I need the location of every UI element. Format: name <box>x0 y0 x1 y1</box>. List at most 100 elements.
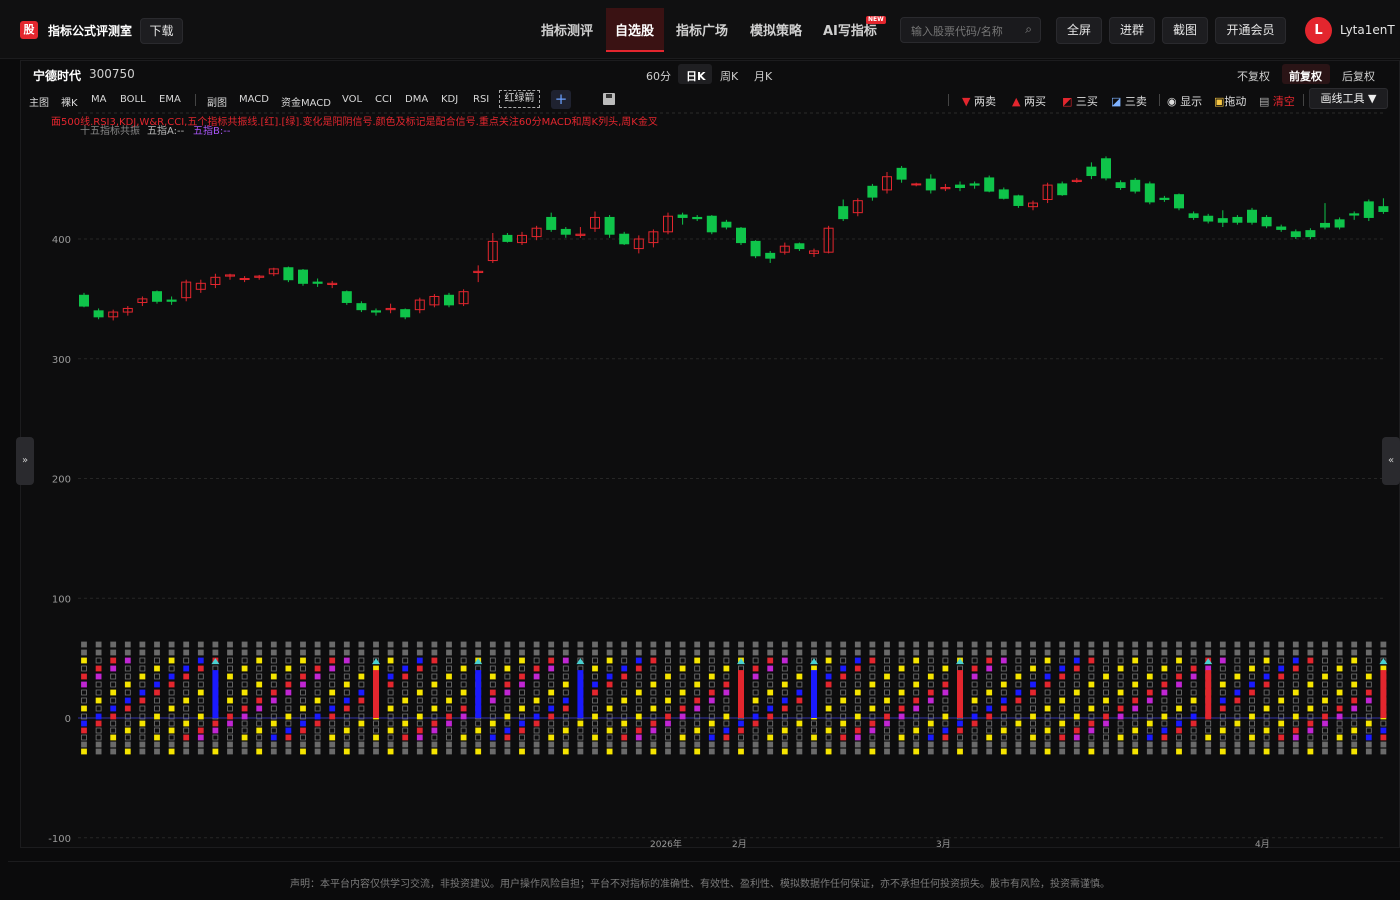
indicator-dot <box>825 734 832 741</box>
indicator-dot <box>533 748 540 755</box>
indicator-macd[interactable]: MACD <box>239 94 269 105</box>
search-icon[interactable]: ⌕ <box>1025 22 1032 37</box>
download-button[interactable]: 下载 <box>140 18 183 44</box>
indicator-cci[interactable]: CCI <box>375 94 392 105</box>
indicator-dot <box>650 689 657 696</box>
nav-item-sim-strategy[interactable]: 模拟策略 <box>750 20 802 39</box>
expand-right-panel-button[interactable]: « <box>1382 437 1400 485</box>
three-sell-tool[interactable]: ◪ 三卖 <box>1111 93 1147 109</box>
indicator-dot <box>460 705 467 712</box>
indicator-kdj[interactable]: KDJ <box>441 94 458 105</box>
indicator-dot <box>548 713 555 720</box>
three-buy-tool[interactable]: ◩ 三买 <box>1062 93 1098 109</box>
period-60min[interactable]: 60分 <box>646 68 671 84</box>
indicator-dot <box>1292 713 1299 720</box>
indicator-ma[interactable]: MA <box>91 94 106 105</box>
adjust-backward[interactable]: 后复权 <box>1342 68 1375 84</box>
two-buy-tool[interactable]: ▲ 两买 <box>1012 93 1046 109</box>
indicator-fund-macd[interactable]: 资金MACD <box>281 94 331 109</box>
nav-item-indicator-plaza[interactable]: 指标广场 <box>676 20 728 39</box>
join-group-button[interactable]: 进群 <box>1109 17 1155 44</box>
clear-button[interactable]: ▤ 清空 <box>1259 93 1295 109</box>
indicator-naked-k[interactable]: 裸K <box>61 94 78 109</box>
indicator-dot <box>358 705 365 712</box>
indicator-dot <box>1234 657 1241 664</box>
candle-body <box>1232 216 1243 223</box>
drag-toggle[interactable]: ▣拖动 <box>1214 93 1246 109</box>
candlestick-chart[interactable]: 400 300 200 100 0 -100 2026年 2月 3月 4月 <box>20 110 1390 850</box>
indicator-boll[interactable]: BOLL <box>120 94 146 105</box>
indicator-dot <box>665 741 671 748</box>
indicator-dot <box>504 727 511 734</box>
x-tick-label: 3月 <box>936 839 951 850</box>
indicator-dot <box>1307 657 1314 664</box>
period-daily[interactable]: 日K <box>686 68 706 84</box>
indicator-dot <box>1278 748 1285 755</box>
indicator-dot <box>1132 734 1139 741</box>
indicator-dot <box>241 673 248 680</box>
indicator-dot <box>679 665 686 672</box>
two-sell-tool[interactable]: ▼ 两卖 <box>962 93 996 109</box>
period-weekly[interactable]: 周K <box>720 68 738 84</box>
indicator-dot <box>738 741 744 748</box>
screenshot-button[interactable]: 截图 <box>1162 17 1208 44</box>
draw-tools-dropdown[interactable]: 画线工具 ▼ <box>1309 88 1388 109</box>
indicator-dot <box>1365 665 1372 672</box>
show-toggle[interactable]: ◉ 显示 <box>1167 93 1202 109</box>
indicator-dot <box>1365 734 1372 741</box>
save-icon[interactable] <box>603 93 615 105</box>
indicator-dot <box>1249 727 1255 734</box>
indicator-dot <box>767 705 774 712</box>
indicator-dot <box>665 641 671 648</box>
indicator-dot <box>343 705 350 712</box>
indicator-rsi[interactable]: RSI <box>473 94 489 105</box>
indicator-dot <box>1117 713 1124 720</box>
indicator-dot <box>504 720 511 727</box>
indicator-dot <box>168 657 175 664</box>
avatar[interactable]: L <box>1305 17 1332 44</box>
indicator-dot <box>1132 748 1139 755</box>
indicator-dot <box>139 734 146 741</box>
add-indicator-button[interactable]: + <box>551 90 571 109</box>
indicator-dot <box>1351 727 1358 734</box>
indicator-red-green-arrow[interactable]: 红绿箭 <box>499 90 540 108</box>
indicator-vol[interactable]: VOL <box>342 94 362 105</box>
indicator-dot <box>767 649 774 656</box>
indicator-dot <box>562 641 569 648</box>
indicator-dot <box>1103 734 1109 741</box>
fullscreen-button[interactable]: 全屏 <box>1056 17 1102 44</box>
indicator-dot <box>592 657 598 664</box>
indicator-dot <box>1000 681 1007 688</box>
indicator-dot <box>402 641 409 648</box>
adjust-forward[interactable]: 前复权 <box>1289 68 1322 84</box>
period-monthly[interactable]: 月K <box>754 68 772 84</box>
indicator-dot <box>1351 697 1358 704</box>
indicator-dot <box>1307 681 1314 688</box>
indicator-dot <box>1219 705 1226 712</box>
expand-left-panel-button[interactable]: » <box>16 437 34 485</box>
indicator-ema[interactable]: EMA <box>159 94 181 105</box>
nav-item-watchlist[interactable]: 自选股 <box>615 20 654 39</box>
indicator-dot <box>519 705 525 712</box>
indicator-dot <box>358 720 365 727</box>
indicator-dot <box>1322 665 1328 672</box>
indicator-dot <box>1103 641 1109 648</box>
indicator-dot <box>241 689 248 696</box>
indicator-dot <box>519 689 525 696</box>
indicator-dot <box>81 720 87 727</box>
indicator-dot <box>811 734 817 741</box>
username[interactable]: Lyta1enT <box>1340 23 1395 37</box>
adjust-none[interactable]: 不复权 <box>1237 68 1270 84</box>
indicator-dot <box>1132 727 1139 734</box>
indicator-dot <box>270 720 277 727</box>
indicator-dma[interactable]: DMA <box>405 94 428 105</box>
membership-button[interactable]: 开通会员 <box>1215 17 1286 44</box>
indicator-dot <box>519 748 525 755</box>
indicator-dot <box>723 713 730 720</box>
indicator-dot <box>329 697 336 704</box>
indicator-dot <box>621 697 628 704</box>
indicator-dot <box>1234 727 1241 734</box>
stock-search-input[interactable]: 输入股票代码/名称 ⌕ <box>900 17 1041 43</box>
indicator-dot <box>884 720 890 727</box>
nav-item-indicator-review[interactable]: 指标测评 <box>541 20 593 39</box>
